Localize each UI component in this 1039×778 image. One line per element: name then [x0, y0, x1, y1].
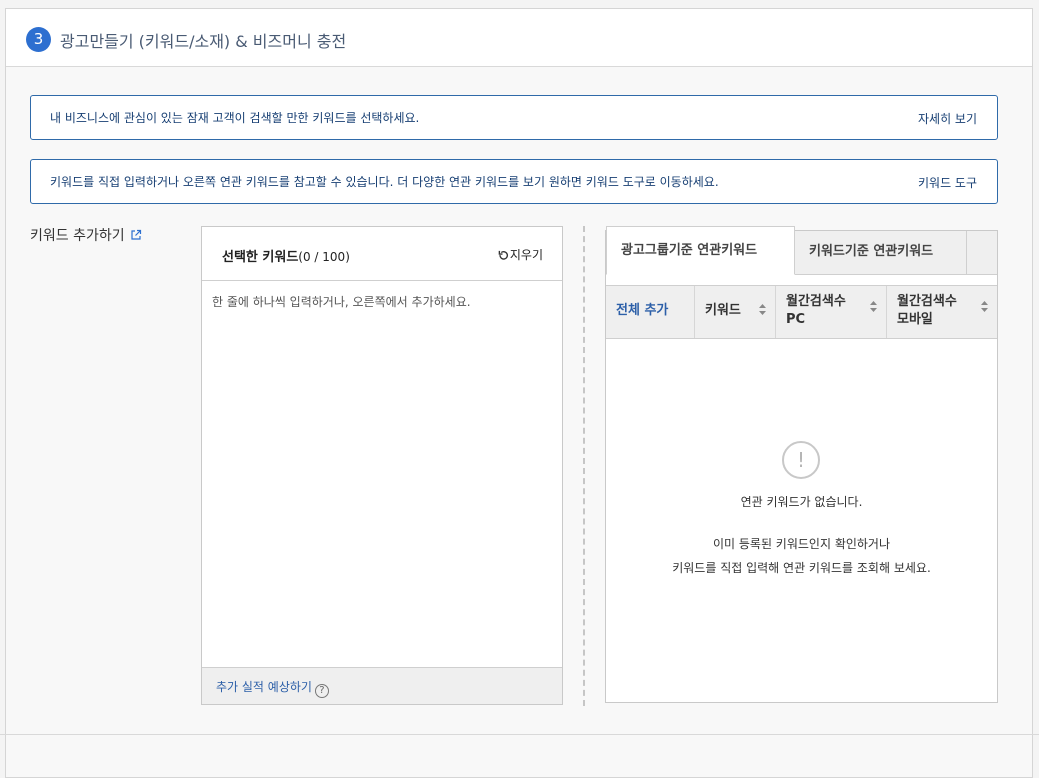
add-keywords-text: 키워드 추가하기	[30, 228, 125, 244]
info-banner-keyword-tool: 키워드를 직접 입력하거나 오른쪽 연관 키워드를 참고할 수 있습니다. 더 …	[30, 159, 998, 204]
column-monthly-mobile[interactable]: 월간검색수모바일	[887, 286, 997, 338]
tab-keyword-related[interactable]: 키워드기준 연관키워드	[795, 231, 967, 275]
column-divider	[583, 226, 585, 706]
column-keyword[interactable]: 키워드	[695, 286, 776, 338]
info-banner-text: 내 비즈니스에 관심이 있는 잠재 고객이 검색할 만한 키워드를 선택하세요.	[50, 111, 420, 125]
keyword-input[interactable]	[202, 281, 562, 667]
section-bottom-divider	[0, 734, 1039, 735]
selected-keywords-count: (0 / 100)	[298, 250, 350, 264]
sort-icon	[981, 301, 988, 312]
selected-keywords-header: 선택한 키워드(0 / 100) 지우기	[202, 227, 562, 281]
panel-title: 광고만들기 (키워드/소재) & 비즈머니 충전	[60, 32, 347, 51]
selected-keywords-title: 선택한 키워드(0 / 100)	[222, 246, 350, 265]
clear-button-label: 지우기	[509, 248, 543, 262]
step-number-badge: 3	[26, 27, 51, 52]
column-keyword-label: 키워드	[705, 303, 741, 318]
related-keywords-box: 광고그룹기준 연관키워드 키워드기준 연관키워드 전체 추가 키워드 월간검색수…	[605, 226, 998, 703]
add-all-button[interactable]: 전체 추가	[606, 286, 695, 338]
selected-keywords-box: 선택한 키워드(0 / 100) 지우기 추가 실적 예상하기?	[201, 226, 563, 705]
refresh-icon	[498, 250, 508, 260]
column-monthly-pc-line2: PC	[786, 312, 806, 327]
forecast-link-label: 추가 실적 예상하기	[216, 680, 312, 694]
clear-button[interactable]: 지우기	[498, 246, 543, 263]
selected-keywords-footer: 추가 실적 예상하기?	[202, 667, 562, 704]
learn-more-link[interactable]: 자세히 보기	[918, 110, 977, 127]
column-monthly-mobile-line2: 모바일	[897, 312, 933, 327]
empty-state-hint-line1: 이미 등록된 키워드인지 확인하거나	[712, 537, 891, 551]
column-monthly-pc[interactable]: 월간검색수 PC	[776, 286, 887, 338]
forecast-link[interactable]: 추가 실적 예상하기?	[216, 678, 329, 698]
selected-keywords-title-text: 선택한 키워드	[222, 250, 299, 265]
tab-adgroup-related[interactable]: 광고그룹기준 연관키워드	[606, 226, 795, 275]
info-banner-keyword-select: 내 비즈니스에 관심이 있는 잠재 고객이 검색할 만한 키워드를 선택하세요.…	[30, 95, 998, 140]
sort-icon	[870, 301, 877, 312]
column-monthly-mobile-line1: 월간검색수	[897, 294, 957, 309]
keyword-tool-link[interactable]: 키워드 도구	[918, 174, 977, 191]
sort-icon	[759, 304, 766, 315]
column-monthly-pc-line1: 월간검색수	[786, 294, 846, 309]
help-icon[interactable]: ?	[314, 684, 329, 698]
exclamation-icon: !	[782, 441, 820, 479]
related-keywords-tabs: 광고그룹기준 연관키워드 키워드기준 연관키워드	[606, 226, 997, 275]
external-link-icon[interactable]	[130, 229, 142, 245]
empty-state-title: 연관 키워드가 없습니다.	[740, 495, 863, 509]
info-banner-text: 키워드를 직접 입력하거나 오른쪽 연관 키워드를 참고할 수 있습니다. 더 …	[50, 175, 719, 189]
related-keywords-table-header: 전체 추가 키워드 월간검색수 PC 월간검색수모바일	[606, 285, 997, 339]
add-keywords-label: 키워드 추가하기	[30, 225, 142, 245]
panel-header: 3 광고만들기 (키워드/소재) & 비즈머니 충전	[6, 9, 1032, 67]
empty-state-hint-line2: 키워드를 직접 입력해 연관 키워드를 조회해 보세요.	[672, 561, 931, 575]
